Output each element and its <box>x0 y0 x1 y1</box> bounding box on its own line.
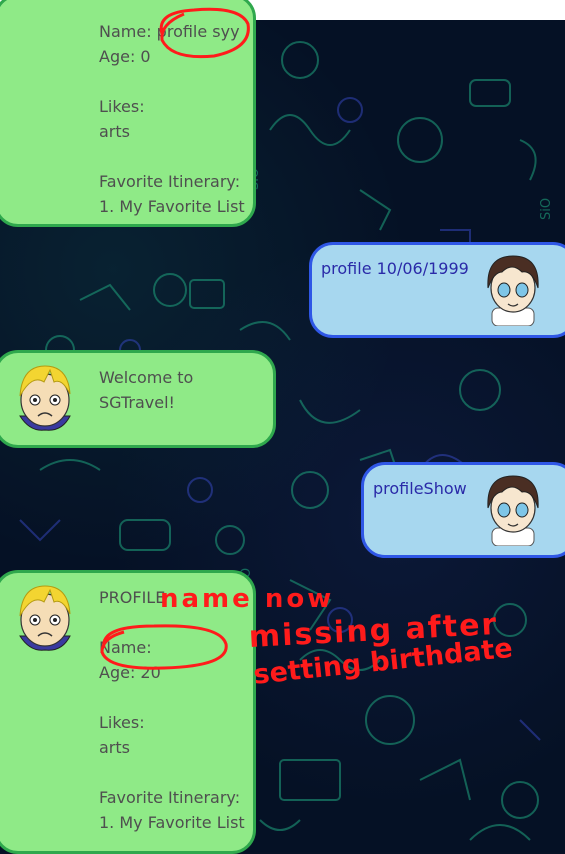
profile-likes-value: arts <box>99 122 130 141</box>
profile-fav-value: 1. My Favorite List <box>99 813 245 832</box>
profile-fav-value: 1. My Favorite List <box>99 197 245 216</box>
svg-text:SiO: SiO <box>539 198 554 220</box>
profile-likes-label: Likes: <box>99 713 145 732</box>
user-message-text: profile 10/06/1999 <box>321 259 469 278</box>
welcome-line-1: Welcome to <box>99 368 194 387</box>
profile-fav-label: Favorite Itinerary: <box>99 788 241 807</box>
bot-avatar <box>10 360 80 432</box>
user-avatar <box>482 250 544 327</box>
profile-likes-label: Likes: <box>99 97 145 116</box>
user-message-text: profileShow <box>373 479 467 498</box>
welcome-line-2: SGTravel! <box>99 393 175 412</box>
bot-avatar <box>10 580 80 652</box>
annotation-circle-name-1 <box>159 7 250 59</box>
annotation-circle-name-2 <box>100 624 228 670</box>
profile-likes-value: arts <box>99 738 130 757</box>
user-avatar <box>482 470 544 547</box>
annotation-note-line-1: name now <box>160 584 335 614</box>
profile-fav-label: Favorite Itinerary: <box>99 172 241 191</box>
